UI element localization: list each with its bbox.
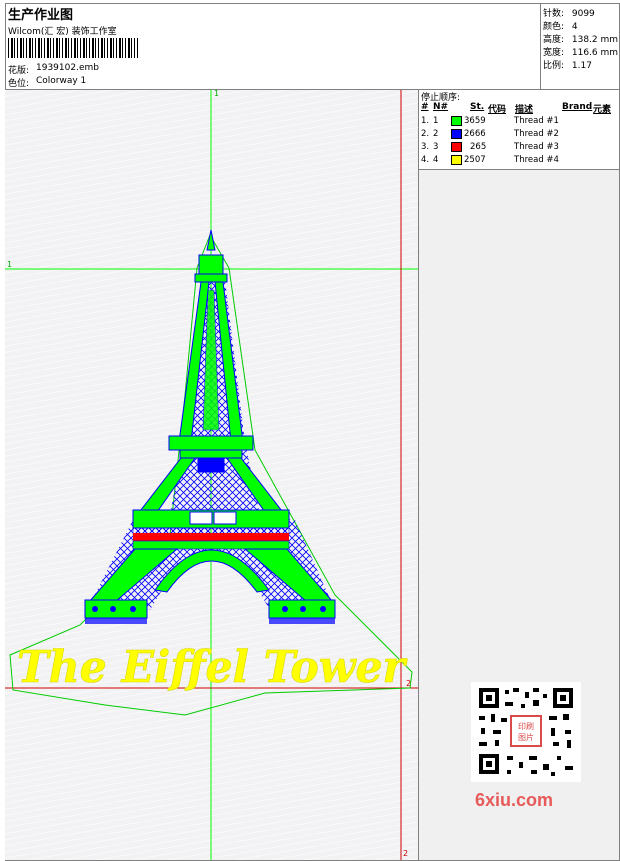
company-name: Wilcom(汇 宏) 装饰工作室 [8, 27, 117, 37]
col-code: 代码 [488, 105, 507, 115]
top-border [5, 3, 619, 4]
colorway-value: Colorway 1 [36, 76, 87, 86]
guide-label-right: 2 [406, 679, 411, 688]
design-text: The Eiffel Tower [17, 642, 408, 693]
design-canvas[interactable]: The Eiffel Tower 1 1 2 2 [5, 90, 418, 860]
guide-label-top: 1 [214, 90, 219, 98]
stats-divider [540, 3, 541, 90]
stat-stitches: 针数: 9099 [543, 9, 595, 19]
red-band [133, 533, 289, 541]
second-platform [168, 435, 254, 451]
guide-label-left: 1 [7, 260, 12, 269]
color-swatch [451, 116, 462, 126]
embroidery-preview: The Eiffel Tower 1 1 2 2 [5, 90, 418, 860]
watermark-site: 6xiu.com [475, 790, 554, 810]
qr-code-watermark: 印刷 图片 [471, 682, 581, 782]
color-swatch [451, 142, 462, 152]
page-title: 生产作业图 [8, 8, 74, 23]
colorway-label: 色位: [8, 79, 30, 89]
stat-colors: 颜色: 4 [543, 22, 578, 32]
guide-label-bottom: 2 [403, 849, 408, 858]
col-n: N# [433, 102, 449, 112]
color-swatch [451, 155, 462, 165]
color-swatch [451, 129, 462, 139]
right-panel: 印刷 图片 6xiu.com [419, 170, 619, 860]
col-desc: 描述 [515, 105, 534, 115]
col-num: # [421, 102, 429, 112]
col-brand: Brand [562, 102, 593, 112]
stat-height: 高度: 138.2 mm [543, 35, 619, 45]
col-element: 元素 [593, 105, 612, 115]
barcode [8, 38, 138, 58]
design-file: 1939102.emb [36, 63, 99, 73]
stat-scale: 比例: 1.17 [543, 61, 592, 71]
stat-width: 宽度: 116.6 mm [543, 48, 619, 58]
svg-text:图片: 图片 [518, 732, 534, 742]
seal-text: 印刷 [518, 722, 534, 731]
col-st: St. [470, 102, 485, 112]
design-label: 花版: [8, 66, 30, 76]
